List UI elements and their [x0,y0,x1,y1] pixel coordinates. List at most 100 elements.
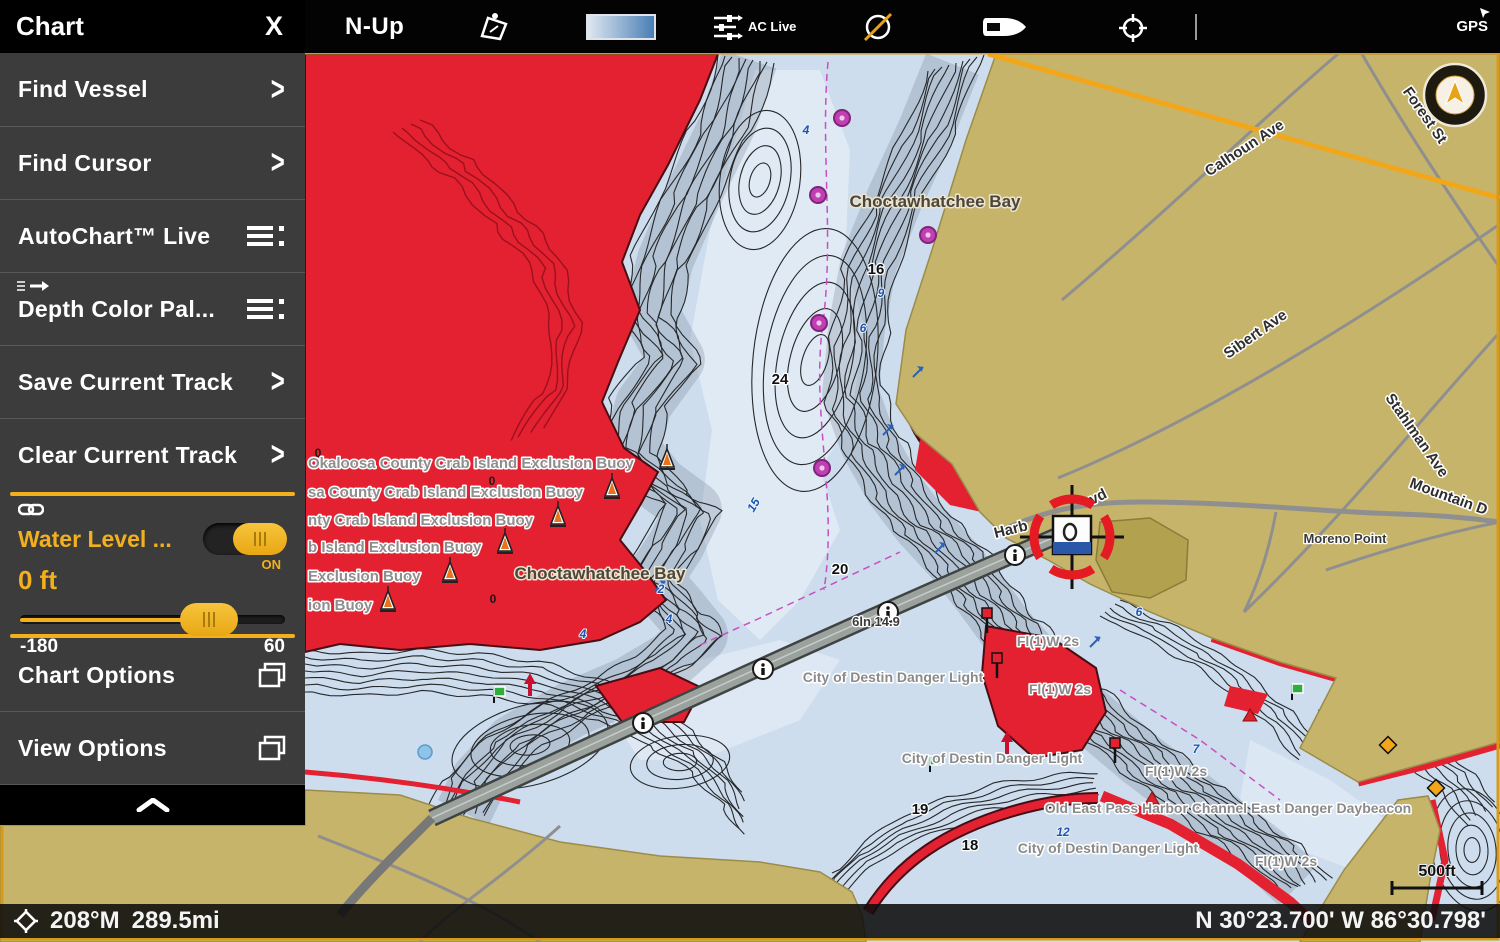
marker-dot [810,187,826,203]
map-label-buoy: b Island Exclusion Buoy [308,539,482,556]
menu-item-label: Save Current Track [18,369,233,396]
yellow-divider [10,492,295,496]
map-label-buoy: nty Crab Island Exclusion Buoy [308,512,534,529]
chevron-right-icon: > [271,363,285,400]
marker-info [753,659,773,679]
menu-item-label: AutoChart™ Live [18,223,210,250]
marker-bluedot [418,745,432,759]
ac-live-label: AC Live [748,19,796,34]
map-label-place: Choctawhatchee Bay [515,564,687,583]
palette-link-icon [16,280,50,294]
map-label-depth-blue: 6 [860,321,867,335]
orientation-label: N-Up [345,13,404,41]
chartplotter-screen: Choctawhatchee BayChoctawhatchee BayCalh… [0,0,1500,942]
map-label-depth-blue: 6 [1136,605,1143,619]
cursor-coordinates: N 30°23.700' W 86°30.798' [1195,907,1486,935]
distance-value: 289.5mi [132,907,220,935]
marker-dot [920,227,936,243]
map-label-danger: Fl(1)W 2s [1145,763,1207,779]
map-label-depth-bold: 24 [772,371,789,388]
list-menu-icon [243,221,287,251]
submenu-windows-icon [257,661,287,689]
chevron-up-icon [136,798,170,812]
map-label-danger: Fl(1)W 2s [1029,681,1091,697]
map-label-depth-bold: 16 [868,261,885,278]
map-label-depth-blue: 4 [665,612,673,626]
toggle-knob [233,523,287,555]
map-label-buoy: ion Buoy [308,597,373,614]
chart-menu-panel: Chart X Find Vessel > Find Cursor > Auto… [0,0,305,825]
water-level-slider[interactable] [18,600,287,638]
menu-item-find-cursor[interactable]: Find Cursor > [0,126,305,199]
map-label-danger: City of Destin Danger Light [803,669,984,685]
bearing-value: 208°M [50,907,120,935]
marker-info [1005,545,1025,565]
map-label-danger: City of Destin Danger Light [902,750,1083,766]
gps-cursor-arrow-icon [1478,6,1492,20]
menu-item-label: Chart Options [18,662,175,689]
topbar-divider [1195,14,1197,40]
menu-item-label: Clear Current Track [18,442,237,469]
ac-live-sliders-icon[interactable] [712,13,744,66]
panel-title: Chart [16,11,259,42]
status-bar: 208°M 289.5mi N 30°23.700' W 86°30.798' [0,904,1500,938]
map-label-scale: 500ft [1418,863,1456,880]
chevron-right-icon: > [271,71,285,108]
map-label-depth-bold: 20 [832,561,849,578]
chart-source-icon[interactable] [478,12,512,65]
submenu-windows-icon [257,734,287,762]
no-anchor-icon[interactable] [862,12,894,65]
water-level-slider-fill [20,618,191,622]
marker-info [633,713,653,733]
map-label-zero: 0 [315,446,322,460]
menu-item-label: View Options [18,735,167,762]
link-icon [18,503,44,516]
map-label-buoy: Okaloosa County Crab Island Exclusion Bu… [308,455,635,472]
menu-item-clear-current-track[interactable]: Clear Current Track > [0,418,305,491]
map-label-depth-blue: 9 [878,286,885,300]
chevron-right-icon: > [271,144,285,181]
menu-item-label: Find Cursor [18,150,152,177]
map-label-place-sm: 6ln 14.9 [852,614,900,629]
menu-item-label: Depth Color Pal... [18,296,215,323]
map-label-depth-blue: 4 [579,627,587,641]
map-label-depth-blue: 2 [657,582,665,596]
map-label-danger: Fl(1)W 2s [1255,853,1317,869]
close-icon[interactable]: X [259,11,289,42]
map-label-danger: Fl(1)W 2s [1017,633,1079,649]
depth-palette-preview[interactable] [586,14,656,40]
water-level-toggle[interactable]: ON [203,523,287,555]
map-label-buoy: sa County Crab Island Exclusion Buoy [308,484,584,501]
collapse-menu-button[interactable] [0,785,305,825]
map-label-place: Choctawhatchee Bay [850,192,1022,211]
orientation-button[interactable]: N-Up [345,0,404,53]
map-label-depth-blue: 4 [802,123,810,137]
list-menu-icon [243,294,287,324]
map-label-depth-blue: 12 [1056,825,1070,839]
compass-rose [1424,64,1486,126]
marker-dot [834,110,850,126]
map-label-depth-bold: 19 [912,801,929,818]
water-level-label: Water Level ... [18,526,172,553]
map-label-zero: 0 [489,474,496,488]
marker-dot [811,315,827,331]
water-level-slider-knob[interactable] [180,603,238,636]
marker-dot [814,460,830,476]
menu-item-view-options[interactable]: View Options [0,712,305,785]
menu-item-find-vessel[interactable]: Find Vessel > [0,53,305,126]
map-label-zero: 0 [490,592,497,606]
bearing-compass-icon [14,909,38,933]
menu-item-chart-options[interactable]: Chart Options [0,639,305,712]
water-level-value: 0 ft [18,565,287,596]
menu-item-autochart-live[interactable]: AutoChart™ Live [0,199,305,272]
map-label-place-sm: Moreno Point [1303,531,1387,546]
chart-menu-header: Chart X [0,0,305,53]
vessel-icon[interactable] [982,15,1028,68]
crosshair-icon[interactable] [1118,13,1148,66]
menu-item-save-current-track[interactable]: Save Current Track > [0,345,305,418]
menu-item-depth-color-palette[interactable]: Depth Color Pal... [0,272,305,345]
menu-item-label: Find Vessel [18,76,148,103]
map-label-buoy: Exclusion Buoy [308,568,421,585]
map-label-danger: City of Destin Danger Light [1018,840,1199,856]
map-label-depth-bold: 18 [962,837,979,854]
